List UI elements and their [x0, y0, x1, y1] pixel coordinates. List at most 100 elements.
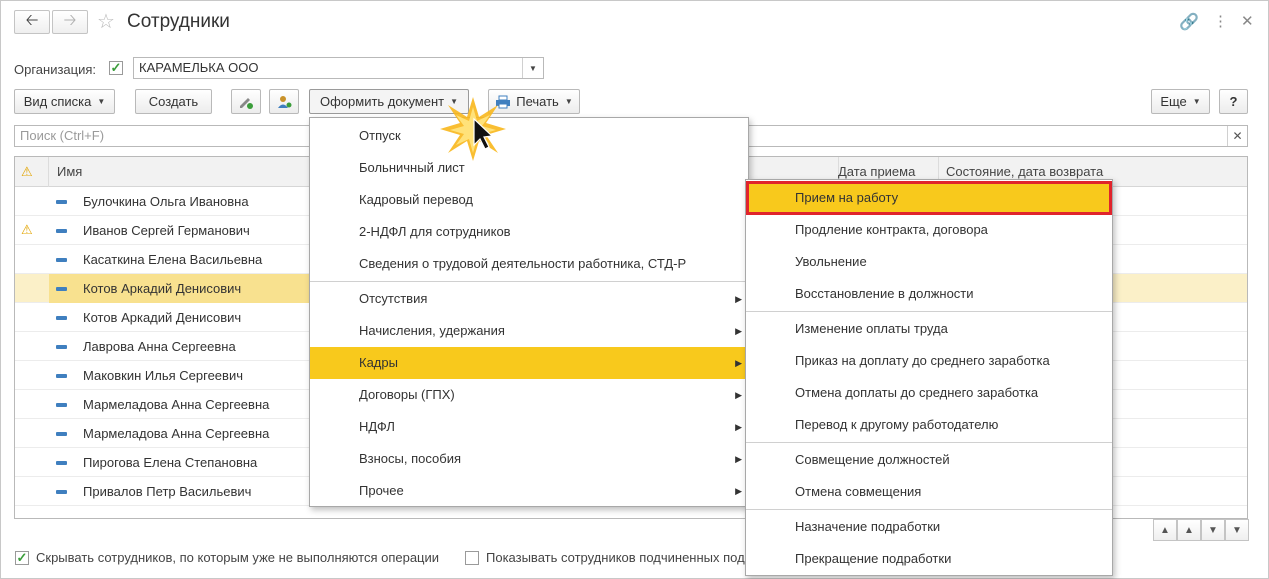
chevron-right-icon: ▶	[735, 358, 742, 368]
menu-item-label: Отпуск	[359, 128, 401, 143]
forward-button[interactable]: 🡢	[52, 10, 88, 34]
employee-icon	[56, 316, 67, 320]
show-subordinate-checkbox[interactable]	[465, 551, 479, 565]
menu-item[interactable]: Договоры (ГПХ) ▶	[310, 379, 748, 411]
star-icon[interactable]: ☆	[97, 9, 115, 34]
back-button[interactable]: 🡠	[14, 10, 50, 34]
chevron-down-icon: ▼	[529, 63, 537, 73]
menu-item[interactable]: НДФЛ ▶	[310, 411, 748, 443]
submenu-item[interactable]: Изменение оплаты труда	[746, 313, 1112, 345]
menu-item-label: Начисления, удержания	[359, 323, 505, 338]
menu-separator	[746, 509, 1112, 510]
org-label: Организация:	[14, 62, 97, 77]
menu-item[interactable]: Кадры ▶	[310, 347, 748, 379]
chevron-right-icon: ▶	[735, 326, 742, 336]
warning-column-header[interactable]: ⚠	[15, 157, 49, 187]
submenu-item[interactable]: Прекращение подработки	[746, 543, 1112, 575]
submenu-item[interactable]: Восстановление в должности	[746, 278, 1112, 310]
employee-name: Мармеладова Анна Сергеевна	[83, 397, 270, 412]
chevron-right-icon: ▶	[735, 422, 742, 432]
close-icon[interactable]: ✕	[1241, 12, 1254, 30]
menu-item[interactable]: Сведения о трудовой деятельности работни…	[310, 248, 748, 280]
hide-inactive-label: Скрывать сотрудников, по которым уже не …	[36, 550, 440, 565]
user-gear-icon	[278, 95, 292, 108]
menu-item[interactable]: Отсутствия ▶	[310, 283, 748, 315]
create-label: Создать	[148, 94, 199, 109]
show-subordinate-label: Показывать сотрудников подчиненных под	[486, 550, 745, 565]
checkmark-icon: ✓	[110, 60, 122, 75]
menu-separator	[746, 311, 1112, 312]
highlight-frame	[746, 181, 1112, 215]
menu-item[interactable]: Отпуск	[310, 120, 748, 152]
pencil-icon	[240, 97, 253, 109]
employee-name: Привалов Петр Васильевич	[83, 484, 252, 499]
menu-item-label: НДФЛ	[359, 419, 395, 434]
search-clear-button[interactable]: ✕	[1227, 126, 1247, 146]
link-icon[interactable]: 🔗	[1179, 12, 1199, 32]
org-dropdown-button[interactable]: ▼	[522, 58, 543, 78]
submenu-item[interactable]: Перевод к другому работодателю	[746, 409, 1112, 441]
arrow-left-icon: 🡠	[25, 11, 39, 29]
help-button[interactable]: ?	[1219, 89, 1248, 114]
employee-icon	[56, 461, 67, 465]
employee-icon	[56, 200, 67, 204]
double-up-icon: ▲	[1160, 524, 1170, 536]
menu-item[interactable]: 2-НДФЛ для сотрудников	[310, 216, 748, 248]
employee-icon	[56, 490, 67, 494]
employee-icon	[56, 345, 67, 349]
submenu-item-label: Продление контракта, договора	[795, 222, 988, 237]
menu-item-label: Прочее	[359, 483, 404, 498]
submenu-item-label: Совмещение должностей	[795, 452, 950, 467]
menu-item[interactable]: Кадровый перевод	[310, 184, 748, 216]
submenu-item[interactable]: Отмена совмещения	[746, 476, 1112, 508]
submenu-item[interactable]: Совмещение должностей	[746, 444, 1112, 476]
employee-icon	[56, 287, 67, 291]
menu-item[interactable]: Прочее ▶	[310, 475, 748, 507]
submenu-item-label: Прекращение подработки	[795, 551, 952, 566]
chevron-down-icon: ▼	[97, 97, 106, 106]
employee-name: Иванов Сергей Германович	[83, 223, 250, 238]
submenu-item-label: Отмена доплаты до среднего заработка	[795, 385, 1039, 400]
submenu-item-label: Восстановление в должности	[795, 286, 974, 301]
close-icon: ✕	[1232, 129, 1243, 143]
submenu-item[interactable]: Отмена доплаты до среднего заработка	[746, 377, 1112, 409]
scroll-first-button[interactable]: ▲	[1153, 519, 1177, 541]
employee-name: Котов Аркадий Денисович	[83, 310, 242, 325]
chevron-right-icon: ▶	[735, 390, 742, 400]
user-tool-button[interactable]	[269, 89, 299, 114]
org-field[interactable]: КАРАМЕЛЬКА ООО	[133, 57, 544, 79]
create-button[interactable]: Создать	[135, 89, 212, 114]
scroll-down-button[interactable]: ▼	[1201, 519, 1225, 541]
org-checkbox[interactable]: ✓	[109, 60, 123, 75]
more-button[interactable]: Еще ▼	[1151, 89, 1210, 114]
print-label: Печать	[516, 94, 559, 109]
menu-item-label: Взносы, пособия	[359, 451, 462, 466]
chevron-right-icon: ▶	[735, 454, 742, 464]
menu-item-label: Сведения о трудовой деятельности работни…	[359, 256, 687, 271]
employee-icon	[56, 374, 67, 378]
submenu-item-label: Изменение оплаты труда	[795, 321, 948, 336]
click-burst-icon	[440, 97, 506, 161]
employee-icon	[56, 403, 67, 407]
menu-item[interactable]: Больничный лист	[310, 152, 748, 184]
submenu-item[interactable]: Приказ на доплату до среднего заработка	[746, 345, 1112, 377]
more-vert-icon[interactable]: ⋮	[1213, 12, 1228, 30]
employee-name: Касаткина Елена Васильевна	[83, 252, 263, 267]
submenu-item[interactable]: Назначение подработки	[746, 511, 1112, 543]
scroll-last-button[interactable]: ▼	[1225, 519, 1249, 541]
submenu-item-label: Увольнение	[795, 254, 867, 269]
view-list-button[interactable]: Вид списка ▼	[14, 89, 115, 114]
edit-pencil-button[interactable]	[231, 89, 261, 114]
submenu-item[interactable]: Увольнение	[746, 246, 1112, 278]
menu-item-label: Кадровый перевод	[359, 192, 473, 207]
submenu-item[interactable]: Продление контракта, договора	[746, 214, 1112, 246]
employee-name: Маковкин Илья Сергеевич	[83, 368, 243, 383]
submenu-item-label: Перевод к другому работодателю	[795, 417, 999, 432]
checkmark-icon: ✓	[16, 550, 28, 565]
menu-separator	[310, 281, 748, 282]
scroll-up-button[interactable]: ▲	[1177, 519, 1201, 541]
menu-item[interactable]: Начисления, удержания ▶	[310, 315, 748, 347]
hide-inactive-checkbox[interactable]: ✓	[15, 550, 29, 565]
menu-item[interactable]: Взносы, пособия ▶	[310, 443, 748, 475]
menu-item-label: Договоры (ГПХ)	[359, 387, 455, 402]
